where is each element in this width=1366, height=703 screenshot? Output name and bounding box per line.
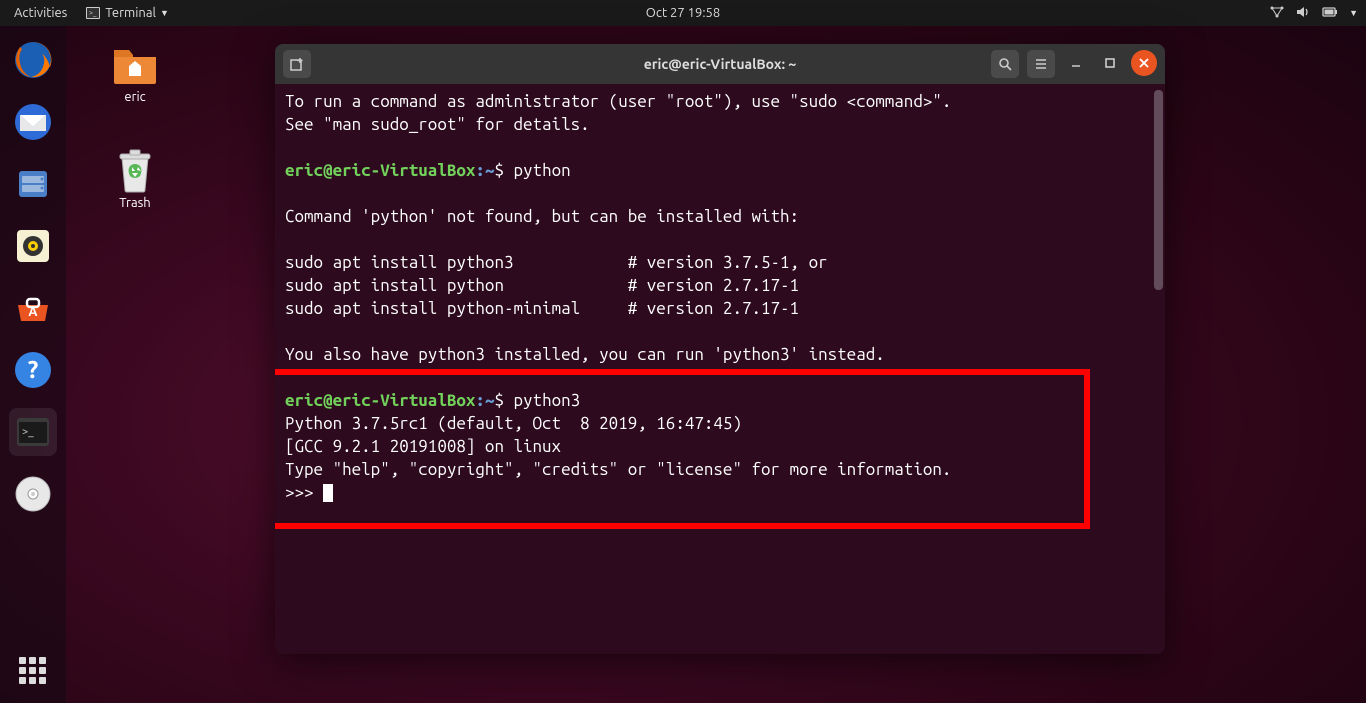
desktop-icon-label: Trash bbox=[100, 196, 170, 210]
window-title: eric@eric-VirtualBox: ~ bbox=[644, 56, 797, 72]
folder-icon bbox=[111, 44, 159, 86]
disc-icon bbox=[12, 473, 54, 515]
terminal-icon: >_ bbox=[12, 411, 54, 453]
dock-rhythmbox[interactable] bbox=[9, 222, 57, 270]
dock-firefox[interactable] bbox=[9, 36, 57, 84]
thunderbird-icon bbox=[12, 101, 54, 143]
dock-thunderbird[interactable] bbox=[9, 98, 57, 146]
software-icon: A bbox=[12, 287, 54, 329]
top-bar: Activities >_ Terminal ▼ Oct 27 19:58 ▼ bbox=[0, 0, 1366, 26]
desktop-icon-label: eric bbox=[100, 90, 170, 104]
menu-button[interactable] bbox=[1027, 50, 1055, 78]
terminal-body[interactable]: To run a command as administrator (user … bbox=[275, 84, 1165, 654]
activities-button[interactable]: Activities bbox=[8, 4, 73, 22]
hamburger-icon bbox=[1034, 57, 1048, 71]
minimize-icon bbox=[1070, 57, 1082, 69]
search-icon bbox=[998, 57, 1012, 71]
files-icon bbox=[12, 163, 54, 205]
clock[interactable]: Oct 27 19:58 bbox=[646, 6, 720, 20]
apps-grid-icon bbox=[19, 657, 47, 685]
close-icon bbox=[1138, 57, 1150, 69]
desktop-trash[interactable]: Trash bbox=[100, 150, 170, 210]
terminal-menu-icon: >_ bbox=[85, 5, 101, 21]
minimize-button[interactable] bbox=[1063, 50, 1089, 76]
network-icon[interactable] bbox=[1269, 5, 1285, 22]
volume-icon[interactable] bbox=[1295, 5, 1311, 22]
svg-text:>_: >_ bbox=[22, 426, 34, 438]
dock-files[interactable] bbox=[9, 160, 57, 208]
new-tab-icon bbox=[289, 56, 305, 72]
new-tab-button[interactable] bbox=[283, 50, 311, 78]
chevron-down-icon: ▼ bbox=[160, 8, 169, 18]
svg-text:?: ? bbox=[28, 356, 39, 383]
trash-icon bbox=[115, 148, 155, 194]
dock-terminal[interactable]: >_ bbox=[9, 408, 57, 456]
close-button[interactable] bbox=[1131, 50, 1157, 76]
desktop-home-folder[interactable]: eric bbox=[100, 44, 170, 104]
system-menu-chevron-icon[interactable]: ▼ bbox=[1349, 8, 1358, 18]
show-applications-button[interactable] bbox=[19, 657, 47, 703]
terminal-window: eric@eric-VirtualBox: ~ To run a command… bbox=[275, 44, 1165, 654]
maximize-icon bbox=[1104, 57, 1116, 69]
dock-disc[interactable] bbox=[9, 470, 57, 518]
cursor bbox=[323, 484, 333, 502]
battery-icon[interactable] bbox=[1321, 5, 1339, 22]
scrollbar[interactable] bbox=[1154, 90, 1163, 290]
maximize-button[interactable] bbox=[1097, 50, 1123, 76]
dock: A ? >_ bbox=[0, 26, 66, 703]
search-button[interactable] bbox=[991, 50, 1019, 78]
help-icon: ? bbox=[12, 349, 54, 391]
dock-software[interactable]: A bbox=[9, 284, 57, 332]
svg-text:A: A bbox=[28, 305, 38, 319]
rhythmbox-icon bbox=[12, 225, 54, 267]
dock-help[interactable]: ? bbox=[9, 346, 57, 394]
svg-text:>_: >_ bbox=[89, 9, 97, 17]
app-menu[interactable]: >_ Terminal ▼ bbox=[85, 5, 169, 21]
firefox-icon bbox=[12, 39, 54, 81]
app-menu-label: Terminal bbox=[105, 6, 156, 20]
terminal-output: To run a command as administrator (user … bbox=[285, 90, 1155, 504]
titlebar[interactable]: eric@eric-VirtualBox: ~ bbox=[275, 44, 1165, 84]
